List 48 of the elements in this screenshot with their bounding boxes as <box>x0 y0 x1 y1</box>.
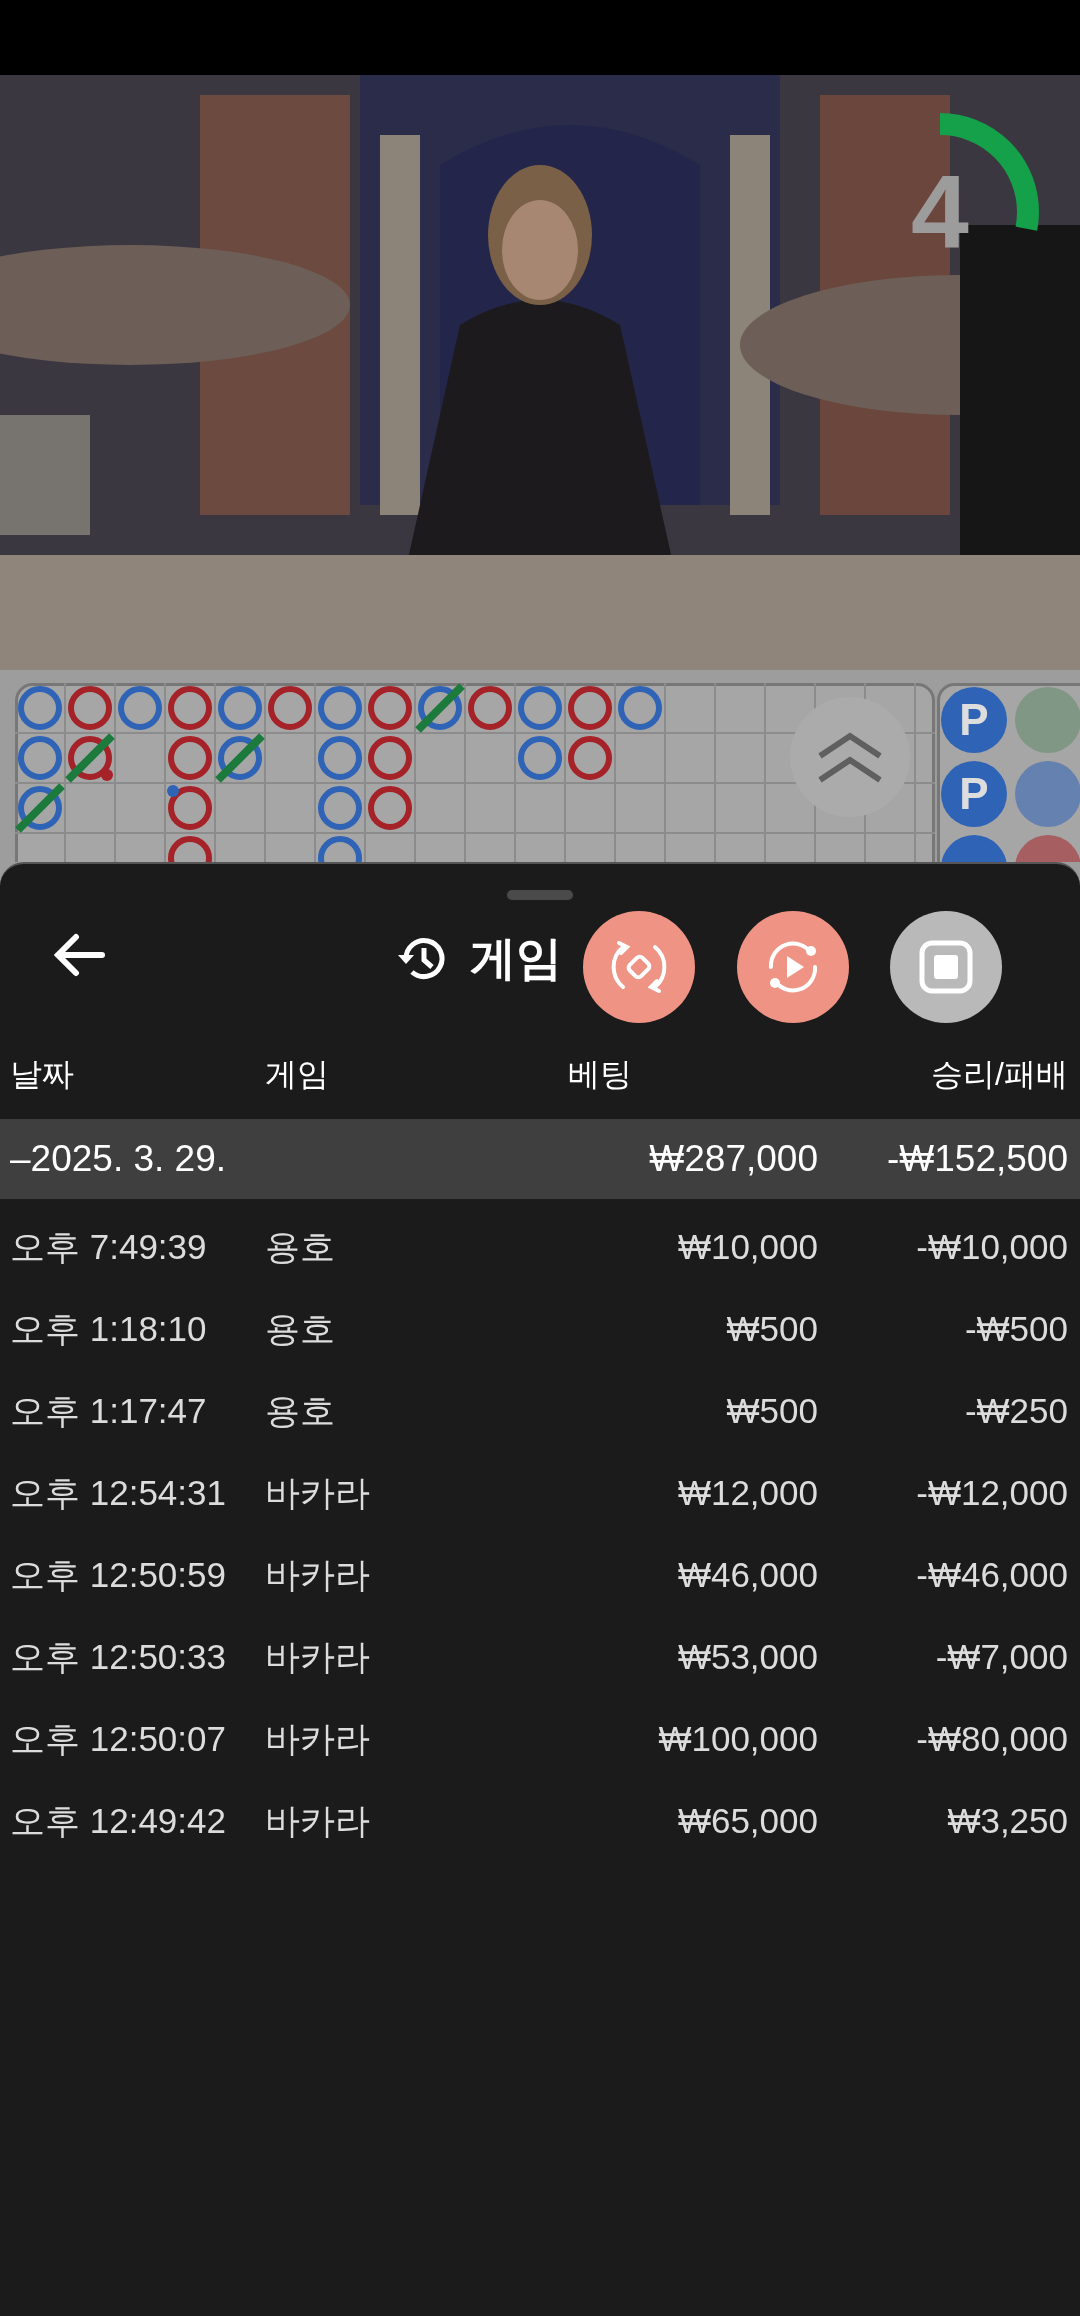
sheet-title: 게임 <box>470 931 562 986</box>
table-cell-text: ₩12,000 <box>676 1473 818 1513</box>
table-cell-text: 오후 12:54:31 <box>10 1471 227 1514</box>
table-cell-text: 오후 12:49:42 <box>10 1799 227 1842</box>
table-cell-text: ₩10,000 <box>676 1227 818 1267</box>
table-cell-text: 바카라 <box>265 1553 371 1596</box>
table-cell-text: 용호 <box>265 1225 336 1268</box>
back-arrow-icon <box>52 933 106 977</box>
table-cell-text: 바카라 <box>265 1471 371 1514</box>
countdown-number: 4 <box>911 152 969 272</box>
table-cell-text: -₩250 <box>963 1391 1068 1431</box>
player-bead: P <box>941 687 1007 753</box>
group-bet-total: ₩287,000 <box>648 1138 818 1180</box>
table-cell-text: ₩100,000 <box>657 1719 818 1759</box>
drag-handle[interactable] <box>507 890 573 900</box>
table-cell-text: 오후 12:50:07 <box>10 1717 227 1760</box>
table-cell-text: 용호 <box>265 1389 336 1432</box>
table-cell-text: ₩500 <box>725 1309 818 1349</box>
table-cell-text: ₩65,000 <box>676 1801 818 1841</box>
table-cell-text: -₩500 <box>963 1309 1068 1349</box>
back-button[interactable] <box>52 933 106 977</box>
table-cell-text: ₩500 <box>725 1391 818 1431</box>
table-cell-text: 오후 1:18:10 <box>10 1307 208 1350</box>
table-cell-text: -₩46,000 <box>915 1555 1068 1595</box>
table-cell-text: 용호 <box>265 1307 336 1350</box>
table-cell-text: 오후 7:49:39 <box>10 1225 208 1268</box>
table-cell-text: -₩12,000 <box>915 1473 1068 1513</box>
table-cell-text: 오후 12:50:59 <box>10 1553 227 1596</box>
date-group-row[interactable]: –2025. 3. 29. ₩287,000 -₩152,500 <box>0 1119 1080 1199</box>
column-header: 날짜 <box>10 1055 75 1094</box>
group-date: –2025. 3. 29. <box>10 1138 228 1180</box>
table-cell-text: ₩53,000 <box>676 1637 818 1677</box>
column-header: 베팅 <box>568 1055 633 1094</box>
table-cell-text: 오후 12:50:33 <box>10 1635 227 1678</box>
group-result-total: -₩152,500 <box>886 1138 1068 1180</box>
column-header: 승리/패배 <box>930 1055 1068 1094</box>
table-cell-text: -₩80,000 <box>915 1719 1068 1759</box>
double-chevron-up-icon <box>815 730 885 784</box>
player-bead: P <box>941 761 1007 827</box>
table-cell-text: -₩10,000 <box>915 1227 1068 1267</box>
table-cell-text: ₩46,000 <box>676 1555 818 1595</box>
table-cell-text: ₩3,250 <box>946 1801 1068 1841</box>
column-header: 게임 <box>265 1055 330 1094</box>
table-cell-text: 바카라 <box>265 1799 371 1842</box>
table-cell-text: -₩7,000 <box>934 1637 1068 1677</box>
table-cell-text: 바카라 <box>265 1717 371 1760</box>
table-cell-text: 오후 1:17:47 <box>10 1389 208 1432</box>
table-cell-text: 바카라 <box>265 1635 371 1678</box>
